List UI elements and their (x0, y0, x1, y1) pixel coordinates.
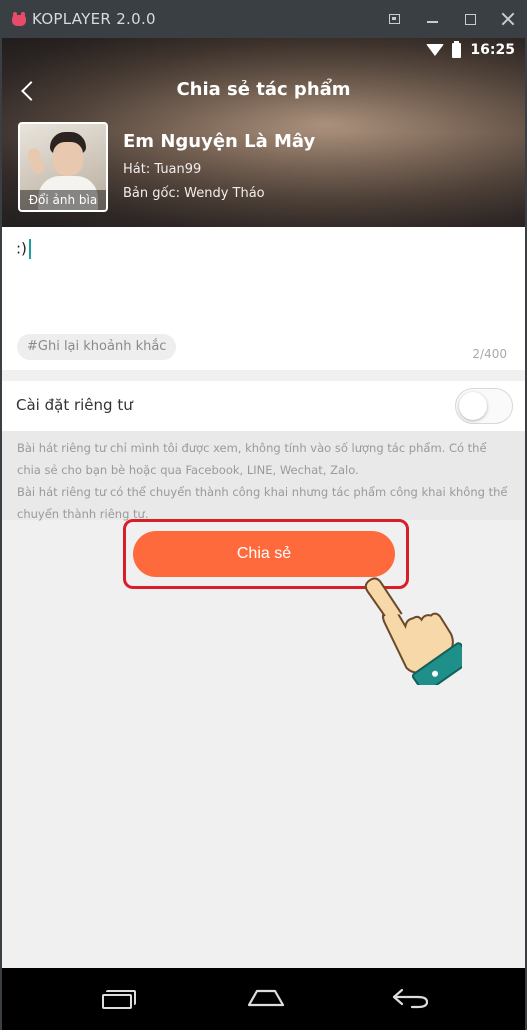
battery-icon (452, 40, 462, 58)
caption-input[interactable]: :) #Ghi lại khoảnh khắc 2/400 (2, 227, 525, 370)
text-cursor (28, 239, 31, 259)
wifi-icon (426, 44, 445, 56)
toggle-knob (459, 392, 487, 420)
android-nav-bar (2, 968, 525, 1030)
caption-text-row: :) (16, 239, 31, 259)
maximize-button[interactable] (451, 0, 489, 38)
privacy-toggle[interactable] (455, 388, 513, 424)
privacy-setting-row: Cài đặt riêng tư (2, 381, 525, 431)
close-window-button[interactable] (489, 0, 527, 38)
character-counter: 2/400 (472, 347, 507, 361)
privacy-label: Cài đặt riêng tư (16, 396, 133, 414)
song-title: Em Nguyện Là Mây (123, 131, 316, 152)
koplayer-logo-icon (12, 12, 26, 26)
status-time: 16:25 (470, 42, 515, 58)
home-icon[interactable] (247, 988, 285, 1008)
minimize-button[interactable] (413, 0, 451, 38)
emulator-title: KOPLAYER 2.0.0 (32, 10, 156, 28)
privacy-note: Bài hát riêng tư chỉ mình tôi được xem, … (2, 431, 525, 521)
share-header: 16:25 Chia sẻ tác phẩm Đổi ảnh bìa Em Ng… (2, 38, 525, 227)
app-root: KOPLAYER 2.0.0 16:25 Chia sẻ tác phẩm Đổ… (0, 0, 527, 1030)
window-controls (375, 0, 527, 38)
page-title: Chia sẻ tác phẩm (176, 79, 351, 100)
privacy-note-line-1: Bài hát riêng tư chỉ mình tôi được xem, … (17, 441, 487, 477)
minimize-icon (426, 21, 438, 23)
status-bar: 16:25 (426, 40, 515, 58)
song-artist: Hát: Tuan99 (123, 162, 202, 177)
caption-text: :) (16, 239, 27, 258)
song-original-artist: Bản gốc: Wendy Tháo (123, 186, 265, 201)
recent-apps-icon[interactable] (102, 990, 136, 1009)
restore-button[interactable] (375, 0, 413, 38)
change-cover-label[interactable]: Đổi ảnh bìa (20, 190, 106, 210)
pointing-hand-icon (364, 577, 462, 685)
hashtag-chip[interactable]: #Ghi lại khoảnh khắc (17, 334, 177, 360)
close-icon (501, 12, 515, 26)
cover-image[interactable]: Đổi ảnh bìa (18, 122, 108, 212)
back-icon[interactable] (390, 986, 430, 1010)
emulator-title-bar: KOPLAYER 2.0.0 (0, 0, 527, 38)
maximize-icon (464, 13, 476, 25)
restore-icon (388, 14, 400, 24)
